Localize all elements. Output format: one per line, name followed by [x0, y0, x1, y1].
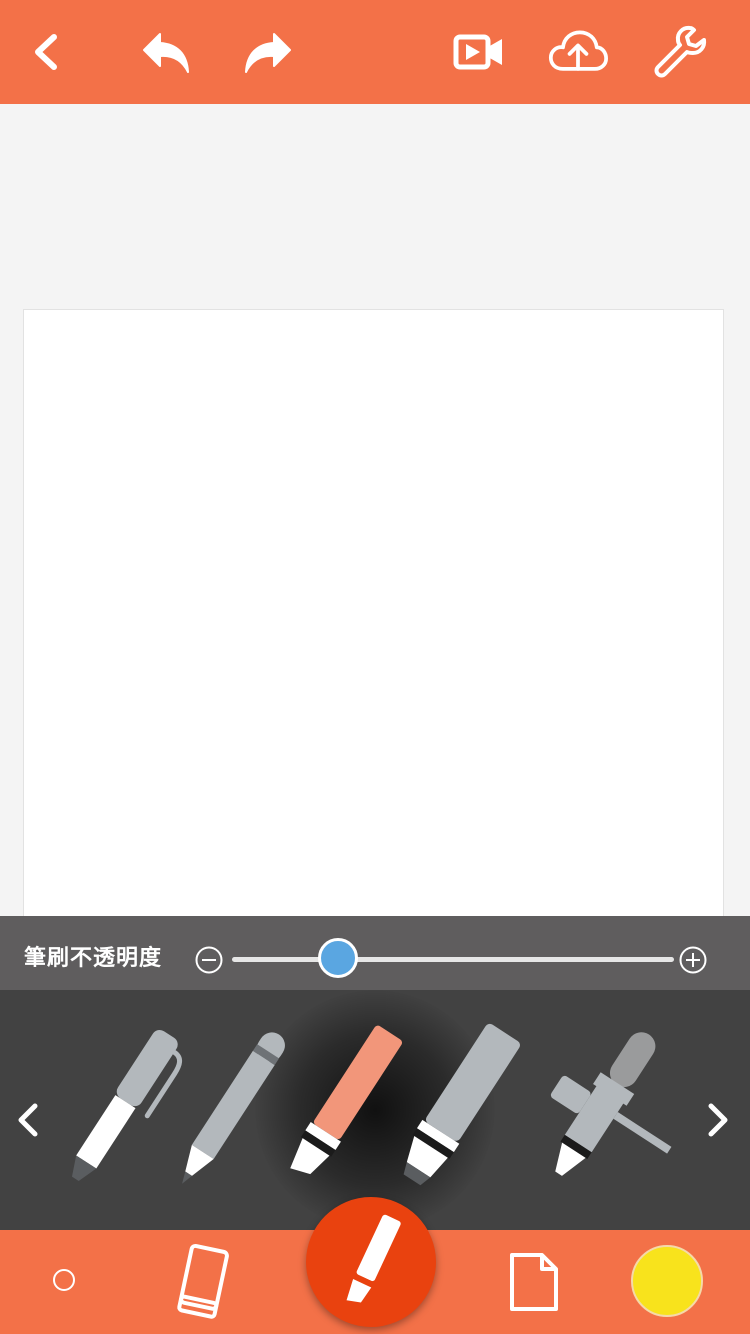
brush-opacity-bar: 筆刷不透明度	[0, 916, 750, 990]
brush-icon	[346, 1214, 401, 1303]
eraser-icon	[177, 1243, 229, 1319]
chevron-left-icon	[35, 34, 57, 70]
brush-tray	[0, 990, 750, 1230]
brush-tool-button[interactable]	[306, 1197, 436, 1327]
minus-icon[interactable]	[194, 945, 224, 975]
cloud-upload-icon	[548, 30, 608, 71]
drawing-canvas[interactable]	[23, 309, 724, 916]
undo-icon	[143, 33, 189, 73]
settings-button[interactable]	[650, 22, 710, 82]
plus-icon[interactable]	[678, 945, 708, 975]
back-button[interactable]	[16, 22, 76, 82]
eraser-button[interactable]	[160, 1238, 244, 1326]
current-color-swatch[interactable]	[631, 1245, 703, 1317]
upload-button[interactable]	[548, 22, 608, 82]
record-video-button[interactable]	[448, 22, 508, 82]
chevron-right-icon	[708, 1103, 728, 1137]
chevron-left-icon	[18, 1103, 38, 1137]
redo-icon	[245, 33, 291, 73]
wrench-icon	[654, 25, 707, 78]
brush-size-button[interactable]	[44, 1260, 84, 1300]
redo-button[interactable]	[238, 22, 298, 82]
page-button[interactable]	[500, 1244, 568, 1320]
undo-button[interactable]	[136, 22, 196, 82]
airbrush-brush-icon[interactable]	[520, 990, 680, 1230]
opacity-slider-track[interactable]	[232, 957, 674, 962]
video-record-icon	[453, 34, 502, 70]
tray-prev-button[interactable]	[8, 1090, 48, 1150]
top-toolbar	[0, 0, 750, 104]
highlighter-brush-icon[interactable]	[385, 990, 525, 1230]
brush-size-icon	[53, 1269, 75, 1291]
page-icon	[510, 1253, 558, 1311]
tray-next-button[interactable]	[698, 1090, 738, 1150]
opacity-slider-thumb[interactable]	[318, 938, 359, 978]
brush-opacity-label: 筆刷不透明度	[24, 945, 163, 970]
